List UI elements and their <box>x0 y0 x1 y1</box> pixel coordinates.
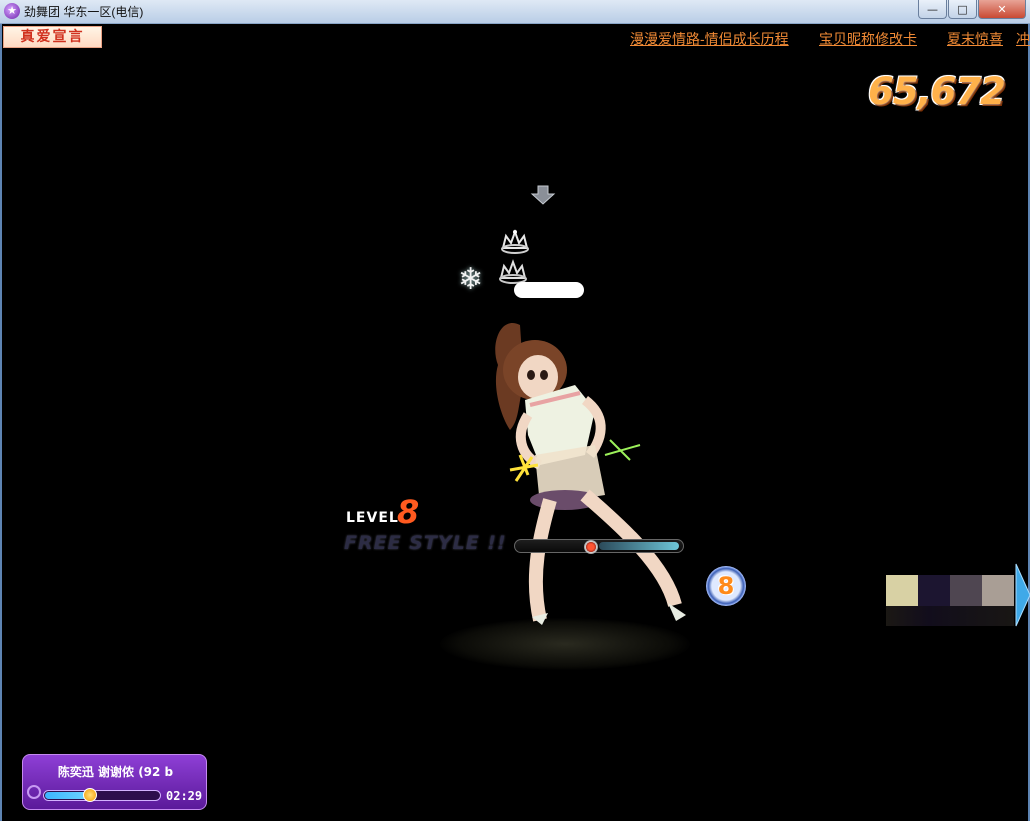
level-label: LEVEL <box>346 510 399 526</box>
love-declaration-button[interactable]: 真爱宣言 <box>3 26 102 48</box>
song-progress-bar <box>43 788 161 802</box>
crown-icon <box>501 229 529 254</box>
window-frame-left <box>0 24 2 821</box>
maximize-button[interactable]: □ <box>948 0 977 19</box>
minimize-button[interactable]: — <box>918 0 947 19</box>
dancer-character[interactable] <box>480 305 700 635</box>
combo-badge: 8 <box>706 566 746 606</box>
top-link-bar: 漫漫爱情路-情侣成长历程 宝贝昵称修改卡 夏末惊喜 冲 <box>630 29 1030 49</box>
app-logo-icon: ★ <box>4 3 20 19</box>
song-title: 陈奕迅 谢谢侬 (92 b <box>57 765 174 779</box>
freestyle-label: FREE STYLE !! <box>344 532 507 554</box>
window-titlebar[interactable]: ★ 劲舞团 华东一区(电信) — □ ✕ <box>0 0 1030 24</box>
color-swatch-2[interactable] <box>918 575 950 606</box>
down-arrow-icon <box>530 185 556 205</box>
music-disc-icon <box>27 785 41 799</box>
beat-target-icon <box>584 540 598 554</box>
window-controls: — □ ✕ <box>917 0 1026 19</box>
beat-fill <box>599 542 679 550</box>
snowflake-icon: ❄ <box>458 262 484 297</box>
swatch-reflection <box>886 606 1014 626</box>
link-couple-growth[interactable]: 漫漫爱情路-情侣成长历程 <box>630 29 789 49</box>
song-progress-knob <box>83 788 97 802</box>
music-panel: 陈奕迅 谢谢侬 (92 b 02:29 <box>22 754 207 810</box>
song-time: 02:29 <box>166 789 203 803</box>
beat-timing-bar <box>514 539 684 554</box>
score-display: 65,672 <box>868 70 1006 113</box>
right-arrow-icon[interactable] <box>1014 562 1030 628</box>
close-button[interactable]: ✕ <box>978 0 1026 19</box>
player-name-tag[interactable] <box>514 282 584 298</box>
color-swatch-3[interactable] <box>950 575 982 606</box>
link-summer-surprise[interactable]: 夏末惊喜 <box>947 29 1003 49</box>
link-nickname-card[interactable]: 宝贝昵称修改卡 <box>819 29 917 49</box>
level-number: 8 <box>397 493 420 531</box>
crown-icon-small <box>499 259 527 284</box>
color-swatch-4[interactable] <box>982 575 1014 606</box>
window-title: 劲舞团 华东一区(电信) <box>24 5 144 19</box>
link-truncated[interactable]: 冲 <box>1016 29 1030 49</box>
color-swatch-1[interactable] <box>886 575 918 606</box>
